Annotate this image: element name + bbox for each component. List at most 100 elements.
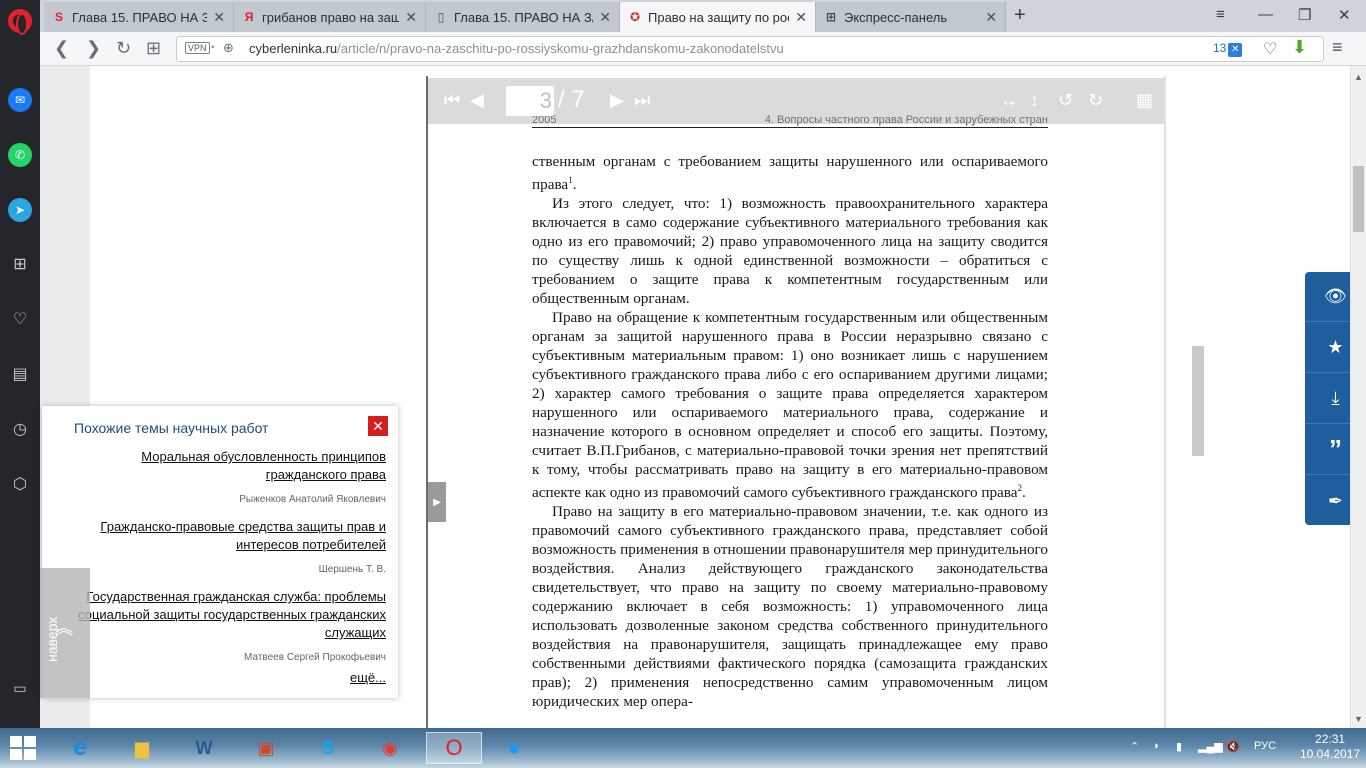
close-icon[interactable]: ✕ [985,9,997,26]
similar-item-link[interactable]: Государственная гражданская служба: проб… [78,589,386,640]
whatsapp-icon[interactable]: ✆ [8,143,32,167]
tab-label: грибанов право на защит [262,9,399,25]
extensions-cube-icon[interactable]: ⬡ [8,472,32,496]
speed-dial-icon[interactable]: ⊞ [8,252,32,276]
network-signal-icon[interactable]: ▂▄▆ [1198,740,1223,753]
adblock-shield-icon: ✕ [1228,43,1243,57]
new-tab-icon[interactable]: + [1014,4,1026,27]
paragraph-end: . [1022,484,1026,502]
reload-icon[interactable]: ↻ [116,38,131,59]
tab-label: Право на защиту по росс [648,9,790,25]
tab-label: Глава 15. ПРАВО НА ЗАЩИ [72,9,207,25]
similar-item-author: Шершень Т. В. [318,564,386,575]
pdf-paragraph: Право на обращение к компетентным госуда… [532,308,1048,502]
globe-icon[interactable]: ⊕ [223,40,234,56]
similar-item-link[interactable]: Гражданско-правовые средства защиты прав… [100,519,386,552]
tab-4-active[interactable]: ✪ Право на защиту по росс ✕ [620,2,816,32]
adblock-count: 13 [1213,41,1227,55]
volume-muted-icon[interactable]: 🔇 [1226,740,1240,753]
bookmarks-heart-icon[interactable]: ♡ [8,307,32,331]
page-number-input[interactable]: 3 [506,86,554,116]
restore-icon[interactable]: ❐ [1298,6,1311,24]
url-path: /article/n/pravo-na-zaschitu-po-rossiysk… [337,41,784,56]
app-circle-icon[interactable]: ● [494,732,534,764]
word-icon[interactable]: W [184,732,224,764]
scroll-down-icon[interactable]: ▼ [1354,714,1363,724]
opera-taskbar-icon[interactable]: O [426,732,482,764]
pdf-paragraph: Право на защиту в его материально-правов… [532,503,1048,711]
skype-icon[interactable]: S [308,732,348,764]
tab-1[interactable]: S Глава 15. ПРАВО НА ЗАЩИ ✕ [44,2,234,32]
language-indicator[interactable]: РУС [1254,740,1276,752]
presentation-app-icon[interactable]: ▣ [246,732,286,764]
tab-favicon: Я [244,10,254,24]
tray-device-icon[interactable]: ▮ [1176,740,1182,753]
page-total: / 7 [558,86,585,113]
tray-up-arrow-icon[interactable]: ⌃ [1130,740,1139,753]
adblock-counter[interactable]: 13 ✕ [1213,41,1243,57]
close-window-icon[interactable]: ✕ [1338,6,1351,24]
scroll-thumb[interactable] [1353,166,1364,232]
rotate-left-icon[interactable]: ↺ [1058,90,1073,111]
pdf-paragraph: Из этого следует, что: 1) возможность пр… [532,195,1048,308]
forward-icon[interactable]: ❯ [86,38,101,59]
close-icon[interactable]: ✕ [795,9,807,26]
windows-start-icon[interactable] [10,736,36,760]
file-explorer-icon[interactable]: ▆ [122,732,162,764]
download-icon[interactable]: ⬇ [1292,37,1307,58]
tray-app-icon[interactable]: ◑ [1152,740,1159,752]
expand-panel-icon[interactable]: ▶ [428,482,446,522]
opera-menu-icon[interactable] [8,9,32,35]
windows-taskbar: e ▆ W ▣ S ◉ O ● ⌃ ◑ ▮ ▂▄▆ 🔇 РУС 22:31 10… [0,728,1366,768]
tab-5[interactable]: ⊞ Экспресс-панель ✕ [816,2,1006,32]
first-page-icon[interactable]: ⏮ [444,90,460,111]
similar-item[interactable]: Моральная обусловленность принципов граж… [126,448,386,484]
more-link[interactable]: ещё... [350,670,386,685]
tab-2[interactable]: Я грибанов право на защит ✕ [234,2,426,32]
system-clock[interactable]: 22:31 10.04.2017 [1300,732,1360,762]
paragraph-text: Право на обращение к компетентным госуда… [532,309,1048,502]
scroll-up-icon[interactable]: ▲ [1354,72,1363,82]
chrome-icon[interactable]: ◉ [370,732,410,764]
back-icon[interactable]: ❮ [54,38,69,59]
url-field[interactable]: VPN • ⊕ cyberleninka.ru/article/n/pravo-… [176,36,1324,62]
internet-explorer-icon[interactable]: e [60,732,100,764]
address-bar: ❮ ❯ ↻ ⊞ VPN • ⊕ cyberleninka.ru/article/… [40,32,1366,66]
bookmark-heart-icon[interactable]: ♡ [1263,39,1277,59]
minimize-icon[interactable]: — [1258,6,1273,23]
tab-favicon: S [54,10,63,24]
url-text[interactable]: cyberleninka.ru/article/n/pravo-na-zasch… [249,41,784,56]
messenger-icon[interactable]: ✉ [8,88,32,112]
telegram-icon[interactable]: ➤ [8,198,32,222]
history-clock-icon[interactable]: ◷ [8,417,32,441]
close-icon[interactable]: ✕ [405,9,417,26]
sidebar-toggle-icon[interactable]: ▭ [8,678,32,698]
page-scrollbar[interactable]: ▲ ▼ [1350,66,1366,728]
vpn-badge[interactable]: VPN [185,42,210,54]
similar-item-link[interactable]: Моральная обусловленность принципов граж… [141,449,386,482]
close-icon[interactable]: ✕ [213,9,225,26]
easy-setup-menu-icon[interactable]: ≡ [1332,37,1343,58]
tab-menu-icon[interactable]: ≡ [1216,6,1225,23]
fit-height-icon[interactable]: ↕ [1030,90,1039,111]
tab-label: Глава 15. ПРАВО НА ЗАЩ [454,9,593,25]
next-page-icon[interactable]: ▶ [610,90,624,111]
similar-item-author: Матвеев Сергей Прокофьевич [244,652,386,663]
news-icon[interactable]: ▤ [8,362,32,386]
rotate-right-icon[interactable]: ↻ [1088,90,1103,111]
prev-page-icon[interactable]: ◀ [470,90,484,111]
fit-width-icon[interactable]: ↔ [1000,90,1018,111]
close-icon[interactable]: ✕ [368,416,388,436]
similar-item[interactable]: Государственная гражданская служба: проб… [62,588,386,642]
paragraph-end: . [572,176,577,194]
close-icon[interactable]: ✕ [599,9,611,26]
thumbnails-icon[interactable]: ▦ [1136,90,1153,111]
tabs-grid-icon[interactable]: ⊞ [146,38,161,59]
tab-favicon: ▯ [437,10,445,24]
pdf-toolbar: ⏮ ◀ 3 / 7 ▶ ⏭ ↔ ↕ ↺ ↻ ▦ [428,78,1164,124]
last-page-icon[interactable]: ⏭ [634,90,650,111]
tab-3[interactable]: ▯ Глава 15. ПРАВО НА ЗАЩ ✕ [426,2,620,32]
scroll-to-top-button[interactable]: ︽ наверх [40,568,90,698]
similar-item[interactable]: Гражданско-правовые средства защиты прав… [86,518,386,554]
viewer-scroll-thumb[interactable] [1192,346,1204,456]
